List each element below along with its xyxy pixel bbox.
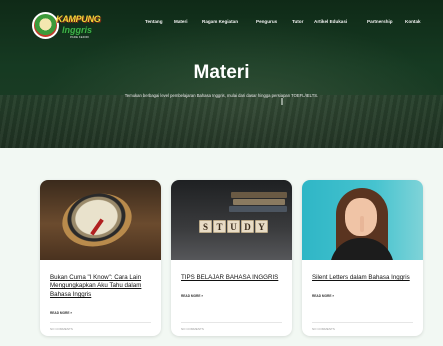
- letter-block: S: [199, 220, 212, 233]
- book-icon: [233, 199, 285, 205]
- article-card-1: Bukan Cuma "I Know": Cara Lain Mengungka…: [40, 180, 161, 336]
- letter-blocks: S T U D Y: [199, 220, 268, 233]
- book-icon: [231, 192, 287, 198]
- nav-item-tentang[interactable]: Tentang: [145, 19, 163, 24]
- article-title-link[interactable]: Silent Letters dalam Bahasa Inggris: [312, 274, 412, 282]
- article-title-link[interactable]: Bukan Cuma "I Know": Cara Lain Mengungka…: [50, 274, 154, 299]
- read-more-link[interactable]: READ MORE »: [50, 311, 72, 315]
- read-more-link[interactable]: READ MORE »: [312, 294, 334, 298]
- letter-block: D: [241, 220, 254, 233]
- woman-shush-photo[interactable]: [302, 180, 423, 260]
- text-cursor-icon: [281, 98, 283, 105]
- page-title: Materi: [193, 62, 250, 83]
- site-logo[interactable]: KAMPUNG Inggris PARE KEDIRI: [32, 11, 120, 41]
- nav-item-pengurus[interactable]: Pengurus: [256, 19, 277, 24]
- compass-icon: [57, 187, 137, 253]
- nav-item-ragam-kegiatan[interactable]: Ragam Kegiatan: [202, 19, 238, 24]
- letter-block: Y: [255, 220, 268, 233]
- article-card-3: Silent Letters dalam Bahasa Inggris READ…: [302, 180, 423, 336]
- hero-background-texture: [0, 95, 443, 148]
- nav-item-tutor[interactable]: Tutor: [292, 19, 303, 24]
- card-divider: [312, 322, 413, 323]
- article-card-2: S T U D Y TIPS BELAJAR BAHASA INGGRIS RE…: [171, 180, 292, 336]
- page-subtitle: Temukan berbagai level pembelajaran Baha…: [124, 93, 319, 98]
- nav-item-partnership[interactable]: Partnership: [367, 19, 393, 24]
- logo-tagline: PARE KEDIRI: [70, 35, 89, 39]
- nav-item-materi[interactable]: Materi: [174, 19, 188, 24]
- nav-item-kontak[interactable]: Kontak: [405, 19, 421, 24]
- card-meta: NO COMMENTS: [50, 327, 73, 331]
- logo-title: KAMPUNG: [56, 14, 101, 24]
- letter-block: T: [213, 220, 226, 233]
- article-title-link[interactable]: TIPS BELAJAR BAHASA INGGRIS: [181, 274, 281, 282]
- study-blocks-photo[interactable]: S T U D Y: [171, 180, 292, 260]
- logo-emblem-icon: [32, 12, 59, 39]
- logo-subtitle: Inggris: [62, 25, 93, 35]
- book-icon: [229, 206, 287, 212]
- nav-item-artikel-edukasi[interactable]: Artikel Edukasi: [314, 19, 347, 24]
- shush-finger-icon: [360, 216, 364, 232]
- card-meta: NO COMMENTS: [181, 327, 204, 331]
- card-divider: [181, 322, 282, 323]
- card-meta: NO COMMENTS: [312, 327, 335, 331]
- hero-section: KAMPUNG Inggris PARE KEDIRI Tentang Mate…: [0, 0, 443, 148]
- read-more-link[interactable]: READ MORE »: [181, 294, 203, 298]
- compass-photo[interactable]: [40, 180, 161, 260]
- letter-block: U: [227, 220, 240, 233]
- card-divider: [50, 322, 151, 323]
